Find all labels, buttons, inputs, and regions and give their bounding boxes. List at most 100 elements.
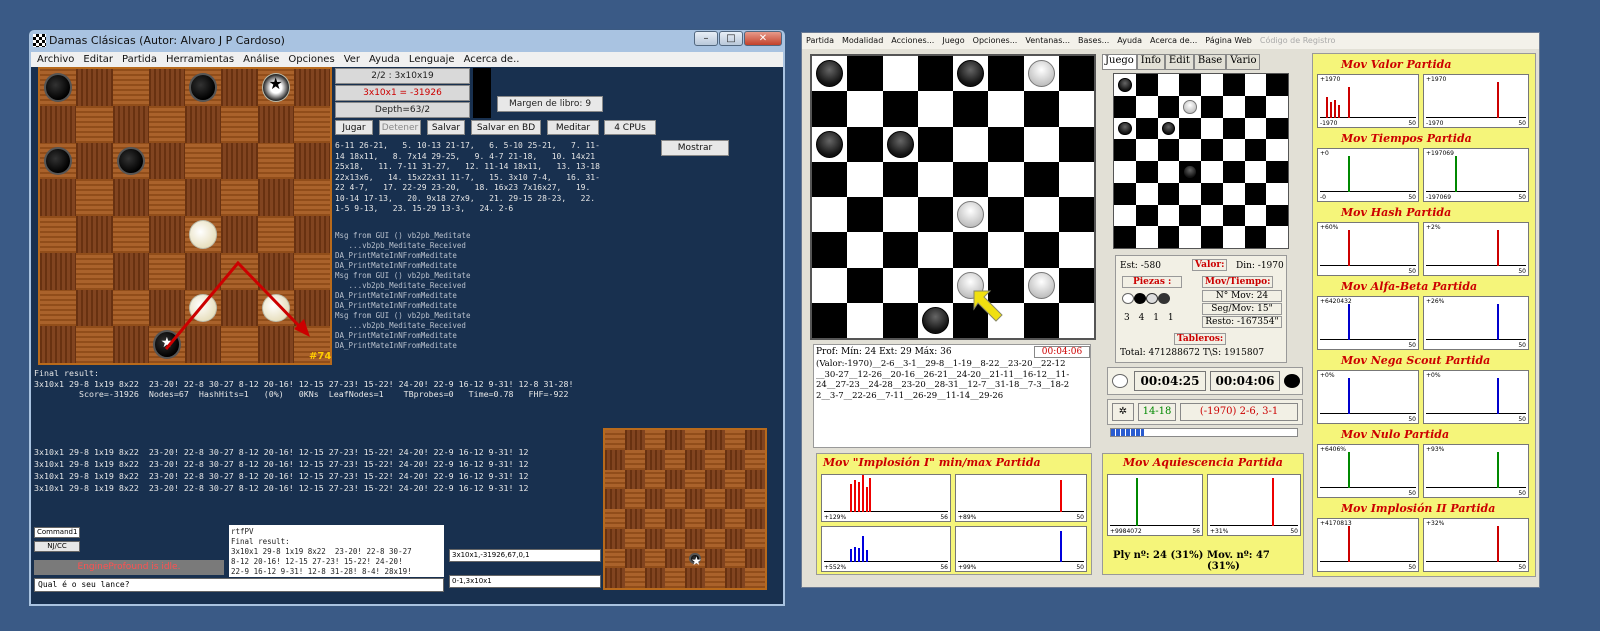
- board-square[interactable]: [812, 197, 848, 233]
- board-square[interactable]: [705, 449, 725, 470]
- board-square[interactable]: [605, 489, 625, 509]
- menu-ver[interactable]: Ver: [344, 52, 360, 67]
- board-square[interactable]: [1135, 226, 1158, 248]
- board-square[interactable]: [882, 232, 918, 268]
- board-square[interactable]: [665, 469, 685, 490]
- board-square[interactable]: [917, 232, 953, 268]
- meditar-button[interactable]: Meditar: [547, 120, 599, 135]
- board-square[interactable]: [1179, 139, 1201, 161]
- menu-ayuda[interactable]: Ayuda: [369, 52, 400, 67]
- board-square[interactable]: [1135, 182, 1158, 205]
- tab-juego[interactable]: Juego: [1102, 54, 1137, 70]
- white-king[interactable]: [1183, 99, 1197, 114]
- board-square[interactable]: [953, 91, 989, 127]
- board-square[interactable]: [1023, 56, 1059, 92]
- board-square[interactable]: [685, 489, 705, 509]
- board-square[interactable]: [1222, 117, 1245, 140]
- menu-opciones-2[interactable]: Opciones...: [973, 33, 1018, 49]
- board-square[interactable]: [745, 568, 765, 588]
- board-square[interactable]: ★: [685, 548, 705, 569]
- board-square[interactable]: [1266, 161, 1288, 183]
- board-square[interactable]: [1058, 91, 1094, 127]
- black-piece[interactable]: [1118, 78, 1132, 92]
- board-square[interactable]: [745, 469, 765, 490]
- board-square[interactable]: [685, 469, 705, 490]
- njcc-button[interactable]: NJ/CC: [34, 541, 80, 552]
- board-square[interactable]: [1058, 267, 1094, 303]
- board-square[interactable]: [1266, 95, 1288, 118]
- menu-archivo[interactable]: Archivo: [37, 52, 74, 67]
- black-king[interactable]: [1183, 165, 1197, 179]
- board-square[interactable]: [812, 267, 848, 303]
- board-square[interactable]: [685, 509, 705, 529]
- board-square[interactable]: [685, 568, 705, 588]
- board-square[interactable]: [1201, 226, 1223, 248]
- board-square[interactable]: [953, 126, 989, 162]
- board-square[interactable]: [1157, 95, 1180, 118]
- pv-field[interactable]: 3x10x1,-31926,67,0,1: [449, 549, 601, 562]
- menu-registro[interactable]: Código de Registro: [1260, 33, 1336, 49]
- board-square[interactable]: [988, 126, 1024, 162]
- board-square[interactable]: [917, 302, 953, 338]
- board-square[interactable]: [1179, 182, 1201, 205]
- board-square[interactable]: [988, 91, 1024, 127]
- board-square[interactable]: [645, 430, 665, 450]
- board-square[interactable]: [705, 489, 725, 509]
- board-square[interactable]: [625, 449, 645, 470]
- board-square[interactable]: [605, 469, 625, 490]
- board-square[interactable]: [847, 232, 883, 268]
- board-square[interactable]: [847, 161, 883, 197]
- board-square[interactable]: [665, 548, 685, 569]
- board-square[interactable]: [1244, 117, 1267, 140]
- board-square[interactable]: [625, 489, 645, 509]
- board-square[interactable]: [882, 267, 918, 303]
- board-square[interactable]: [625, 548, 645, 569]
- board-square[interactable]: [725, 430, 745, 450]
- board-square[interactable]: [625, 509, 645, 529]
- board-square[interactable]: [988, 232, 1024, 268]
- board-square[interactable]: [725, 449, 745, 470]
- board-square[interactable]: [605, 430, 625, 450]
- board-square[interactable]: [1201, 95, 1223, 118]
- board-square[interactable]: [625, 528, 645, 549]
- board-square[interactable]: [1179, 226, 1201, 248]
- board-square[interactable]: [1157, 139, 1180, 161]
- board-square[interactable]: [1157, 117, 1180, 140]
- board-square[interactable]: [1244, 182, 1267, 205]
- salvar-button[interactable]: Salvar: [427, 120, 465, 135]
- menu-modalidad[interactable]: Modalidad: [842, 33, 883, 49]
- board-square[interactable]: [812, 91, 848, 127]
- board-square[interactable]: [645, 528, 665, 549]
- black-piece[interactable]: [957, 60, 985, 88]
- board-square[interactable]: [1222, 95, 1245, 118]
- menu-pagina-web[interactable]: Página Web: [1205, 33, 1252, 49]
- board-square[interactable]: [1201, 204, 1223, 227]
- board-square[interactable]: [645, 548, 665, 569]
- board-square[interactable]: [1222, 226, 1245, 248]
- black-king[interactable]: [921, 306, 949, 334]
- board-square[interactable]: [1266, 204, 1288, 227]
- main-board-2[interactable]: [810, 54, 1096, 340]
- mini-board[interactable]: ★: [603, 428, 767, 590]
- board-square[interactable]: [847, 126, 883, 162]
- board-square[interactable]: [625, 430, 645, 450]
- board-square[interactable]: [917, 56, 953, 92]
- board-square[interactable]: [605, 509, 625, 529]
- board-square[interactable]: [1135, 117, 1158, 140]
- board-square[interactable]: [812, 232, 848, 268]
- board-square[interactable]: [705, 469, 725, 490]
- board-square[interactable]: [917, 197, 953, 233]
- board-square[interactable]: [812, 126, 848, 162]
- board-square[interactable]: [882, 126, 918, 162]
- menu-ventanas[interactable]: Ventanas...: [1025, 33, 1070, 49]
- board-square[interactable]: [645, 469, 665, 490]
- tab-base[interactable]: Base: [1193, 54, 1227, 70]
- board-square[interactable]: [725, 489, 745, 509]
- board-square[interactable]: [1058, 197, 1094, 233]
- menu-partida[interactable]: Partida: [122, 52, 157, 67]
- board-square[interactable]: [705, 548, 725, 569]
- close-button[interactable]: ✕: [744, 31, 782, 46]
- board-square[interactable]: [1201, 117, 1223, 140]
- board-square[interactable]: [605, 548, 625, 569]
- board-square[interactable]: [953, 197, 989, 233]
